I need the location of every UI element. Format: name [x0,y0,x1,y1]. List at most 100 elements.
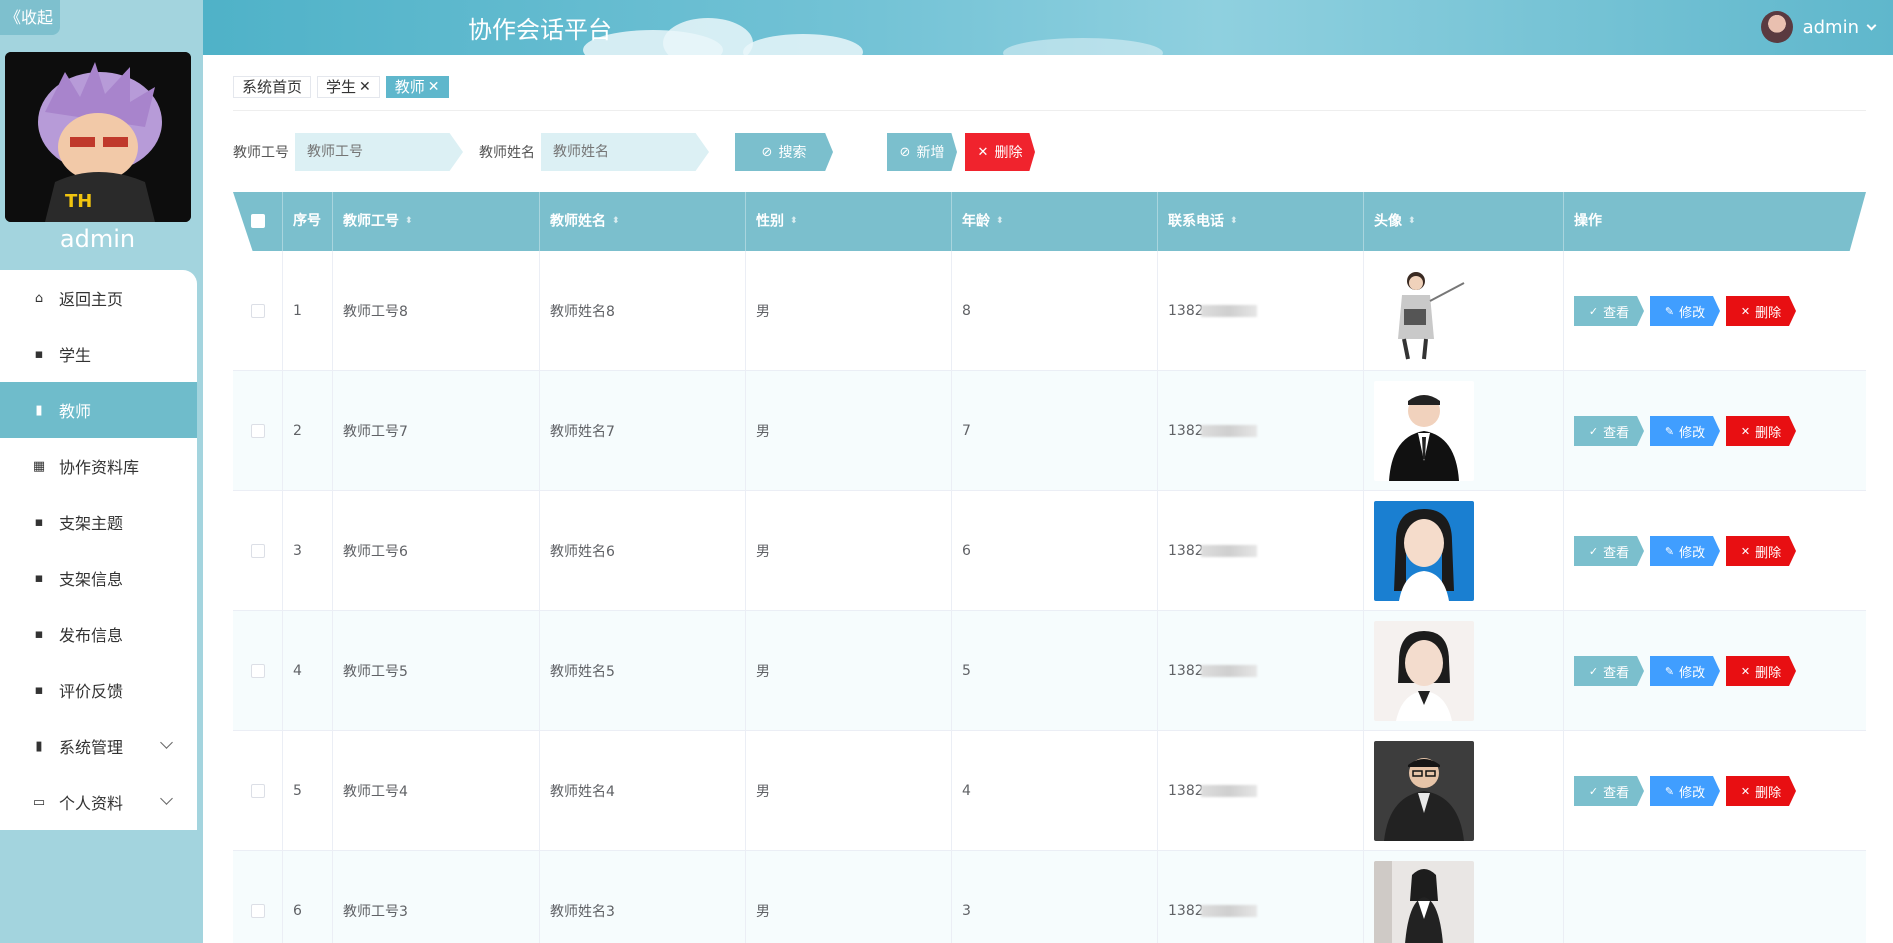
actions-cell: ✓ 查看 ✎ 修改 ✕ 删除 [1564,611,1866,731]
view-button[interactable]: ✓ 查看 [1574,536,1644,566]
search-button[interactable]: ⊘ 搜索 [735,133,833,171]
row-actions: ✓ 查看 ✎ 修改 ✕ 删除 [1574,536,1796,566]
tab-tag[interactable]: 教师 ✕ [385,76,449,98]
view-button[interactable]: ✓ 查看 [1574,656,1644,686]
column-header-label: 操作 [1574,213,1602,229]
sort-icon[interactable]: ⬍ [1230,192,1238,251]
view-button-label: 查看 [1603,305,1630,321]
edit-button-label: 修改 [1679,425,1706,441]
cartoon-avatar-image: TH [5,52,191,222]
delete-button[interactable]: ✕ 删除 [1726,776,1796,806]
sidebar-item-label: 个人资料 [59,794,124,813]
photo-cell [1364,371,1564,491]
delete-button[interactable]: ✕ 删除 [1726,656,1796,686]
teacher-id-input[interactable] [295,133,463,171]
column-header-label: 教师姓名 [550,213,606,230]
tab-tag[interactable]: 学生 ✕ [317,76,380,98]
collapse-button[interactable]: 《收起 [0,0,60,35]
teacher-name-cell: 教师姓名7 [540,371,746,491]
age-cell-text: 8 [962,303,971,319]
close-icon: ✕ [1740,544,1751,558]
sidebar-item[interactable]: ⌂ 返回主页 [0,270,197,326]
edit-button[interactable]: ✎ 修改 [1650,776,1720,806]
close-icon: ✕ [1740,424,1751,438]
sort-icon[interactable]: ⬍ [790,192,798,251]
sort-icon[interactable]: ⬍ [1408,192,1416,251]
row-checkbox[interactable] [250,904,265,918]
age-cell: 6 [952,491,1158,611]
sidebar-item[interactable]: ▮ 教师 [0,382,197,438]
column-header[interactable]: 联系电话 ⬍ [1158,192,1364,251]
edit-button[interactable]: ✎ 修改 [1650,296,1720,326]
row-checkbox[interactable] [250,304,265,318]
edit-button[interactable]: ✎ 修改 [1650,656,1720,686]
phone-redaction [1200,905,1257,917]
sidebar-item[interactable]: ▪ 评价反馈 [0,662,197,718]
teacher-photo[interactable] [1374,861,1474,943]
close-icon[interactable]: ✕ [359,77,371,97]
teacher-photo[interactable] [1374,621,1474,721]
home-icon: ⌂ [34,290,44,306]
row-checkbox[interactable] [250,424,265,438]
column-header: 操作 [1564,192,1866,251]
teacher-photo[interactable] [1374,381,1474,481]
age-cell: 8 [952,251,1158,371]
sidebar-item[interactable]: ▪ 支架信息 [0,550,197,606]
row-select-cell [233,491,283,611]
teacher-name-cell-text: 教师姓名7 [550,424,615,440]
age-cell: 3 [952,851,1158,943]
teacher-id-cell-text: 教师工号8 [343,304,408,320]
column-header[interactable]: 教师工号 ⬍ [333,192,540,251]
grid4-icon: ▪ [34,570,44,586]
gender-cell: 男 [746,851,952,943]
column-header[interactable]: 头像 ⬍ [1364,192,1564,251]
teacher-id-cell: 教师工号8 [333,251,540,371]
view-button[interactable]: ✓ 查看 [1574,416,1644,446]
delete-button[interactable]: ✕ 删除 [1726,296,1796,326]
search-button-label: 搜索 [778,145,807,161]
tab-tag[interactable]: 系统首页 [233,76,312,98]
row-checkbox[interactable] [250,664,265,678]
sidebar-item[interactable]: ▭ 个人资料 [0,774,197,830]
view-button[interactable]: ✓ 查看 [1574,296,1644,326]
edit-button[interactable]: ✎ 修改 [1650,536,1720,566]
phone-text: 1382 [1168,903,1204,919]
sidebar-item[interactable]: ▦ 协作资料库 [0,438,197,494]
sidebar-item[interactable]: ▪ 学生 [0,326,197,382]
table-row: 1 教师工号8 教师姓名8 男 8 1382 ✓ 查看 ✎ 修改 ✕ 删除 [233,251,1866,371]
close-icon[interactable]: ✕ [428,77,440,97]
row-checkbox[interactable] [250,544,265,558]
add-button[interactable]: ⊘ 新增 [887,133,957,171]
age-cell-text: 3 [962,903,971,919]
table-row: 6 教师工号3 教师姓名3 男 3 1382 [233,851,1866,943]
sidebar-item[interactable]: ▪ 支架主题 [0,494,197,550]
teacher-photo[interactable] [1374,261,1474,361]
sidebar-item[interactable]: ▮ 系统管理 [0,718,197,774]
teacher-name-input[interactable] [541,133,709,171]
gender-cell: 男 [746,251,952,371]
sidebar-item[interactable]: ▪ 发布信息 [0,606,197,662]
edit-button-label: 修改 [1679,785,1706,801]
sort-icon[interactable]: ⬍ [405,192,413,251]
teacher-photo[interactable] [1374,741,1474,841]
check-circle-icon: ⊘ [899,144,911,160]
teacher-table: 序号 教师工号 ⬍ 教师姓名 ⬍ 性别 ⬍ 年龄 ⬍ 联系电话 ⬍ 头像 ⬍ 操作 1 教师工号8 教师姓名8… [233,192,1866,943]
delete-button[interactable]: ✕ 删除 [1726,536,1796,566]
row-checkbox[interactable] [250,784,265,798]
delete-button[interactable]: ✕ 删除 [1726,416,1796,446]
user-menu[interactable]: admin [1760,10,1877,44]
sort-icon[interactable]: ⬍ [996,192,1004,251]
view-button[interactable]: ✓ 查看 [1574,776,1644,806]
batch-delete-button[interactable]: ✕ 删除 [965,133,1035,171]
column-header[interactable]: 教师姓名 ⬍ [540,192,746,251]
teacher-photo[interactable] [1374,501,1474,601]
edit-button[interactable]: ✎ 修改 [1650,416,1720,446]
search-bar: 教师工号 教师姓名 ⊘ 搜索 ⊘ 新增 ✕ 删除 [233,133,1035,171]
table-row: 5 教师工号4 教师姓名4 男 4 1382 ✓ 查看 ✎ 修改 ✕ 删除 [233,731,1866,851]
column-header[interactable]: 性别 ⬍ [746,192,952,251]
sort-icon[interactable]: ⬍ [612,192,620,251]
tab-tags: 系统首页 学生 ✕ 教师 ✕ [233,76,449,98]
actions-cell: ✓ 查看 ✎ 修改 ✕ 删除 [1564,731,1866,851]
select-all-checkbox[interactable] [250,214,265,228]
column-header[interactable]: 年龄 ⬍ [952,192,1158,251]
